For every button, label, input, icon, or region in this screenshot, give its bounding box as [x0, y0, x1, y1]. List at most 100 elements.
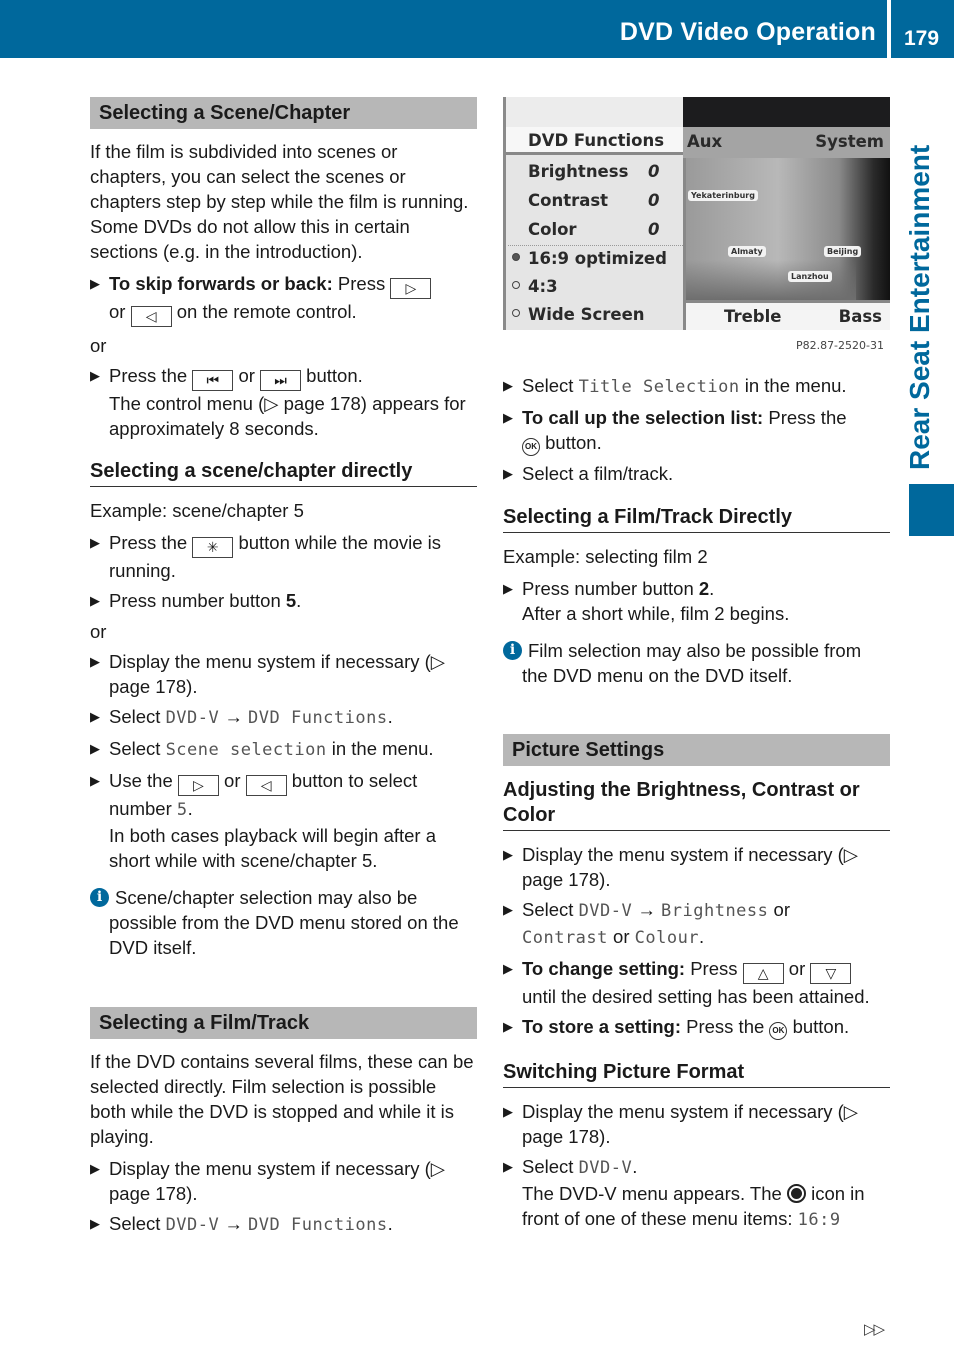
note-text: Scene/chapter selection may also be poss… — [109, 887, 459, 958]
contrast-value: 0 — [648, 191, 660, 210]
up-key-icon: △ — [742, 963, 784, 984]
playback-result: In both cases playback will begin after … — [109, 825, 437, 871]
menu-row-contrast: Contrast — [528, 191, 609, 210]
step-display-menu[interactable]: Display the menu system if necessary (▷ … — [503, 1099, 890, 1149]
menu-item-colour: Colour — [634, 928, 700, 948]
menu-path-dvd-functions: DVD Functions — [248, 1215, 388, 1235]
text: button. — [306, 365, 363, 386]
section-heading-picture-settings: Picture Settings — [503, 734, 890, 766]
menu-item-16-9: 16:9 — [797, 1210, 841, 1230]
text: or — [773, 899, 790, 920]
step-skip-buttons: Press the ⏮ or ⏭ button. The control men… — [90, 363, 477, 441]
text: Select — [109, 738, 161, 759]
skip-label: To skip forwards or back: — [109, 273, 333, 294]
info-note-scene: i Scene/chapter selection may also be po… — [90, 885, 477, 960]
store-label: To store a setting: — [522, 1016, 681, 1037]
text: Press number button — [109, 590, 281, 611]
step-skip: To skip forwards or back: Press ▷ or ◁ o… — [90, 271, 477, 327]
menu-item-title-selection: Title Selection — [578, 377, 740, 397]
section-heading-scene-chapter: Selecting a Scene/Chapter — [90, 97, 477, 129]
header-bar: DVD Video Operation 179 — [0, 0, 954, 58]
menu-path-dvdv: DVD-V — [578, 901, 633, 921]
map-city-label: Almaty — [728, 246, 766, 257]
text: . — [709, 578, 715, 599]
arrow-icon: → — [224, 1213, 243, 1234]
down-key-icon: ▽ — [810, 963, 852, 984]
radio-empty-icon — [512, 281, 520, 289]
step-select-dvd-functions: Select DVD-V → DVD Functions. — [90, 1211, 477, 1238]
info-icon: i — [90, 888, 109, 907]
step-display-menu[interactable]: Display the menu system if necessary (▷ … — [90, 649, 477, 699]
text: or — [109, 301, 126, 322]
text: Select — [522, 899, 574, 920]
tab-bass: Bass — [838, 307, 882, 326]
text: Press — [690, 958, 738, 979]
left-column: Selecting a Scene/Chapter If the film is… — [90, 97, 477, 1243]
text: . — [387, 706, 393, 727]
arrow-icon: → — [224, 706, 243, 727]
text: Use the — [109, 770, 173, 791]
section-heading-film-track: Selecting a Film/Track — [90, 1007, 477, 1039]
menu-panel-top — [506, 97, 683, 127]
step-number: Press number button 2. After a short whi… — [503, 576, 890, 626]
step-select-brightness: Select DVD-V → Brightness or Contrast or… — [503, 897, 890, 951]
step-title-selection: Select Title Selection in the menu. — [503, 373, 890, 400]
text: Press the — [109, 532, 188, 553]
map-city-label: Yekaterinburg — [688, 190, 758, 201]
skip-back-key-icon: ⏮ — [192, 370, 234, 391]
text: in the menu. — [331, 738, 434, 759]
text: Press — [337, 273, 386, 294]
brightness-value: 0 — [648, 162, 660, 181]
step-number: Press number button 5. — [90, 588, 477, 613]
page-number: 179 — [904, 27, 940, 50]
menu-row-color: Color — [528, 220, 577, 239]
side-tab-marker — [909, 484, 954, 536]
step-display-menu[interactable]: Display the menu system if necessary (▷ … — [90, 1156, 477, 1206]
menu-item-contrast: Contrast — [522, 928, 608, 948]
star-key-icon: ✳ — [192, 537, 234, 558]
menu-path-dvdv: DVD-V — [578, 1158, 633, 1178]
info-note-film: i Film selection may also be possible fr… — [503, 638, 890, 688]
text: . — [699, 926, 705, 947]
tab-treble: Treble — [724, 307, 782, 326]
text: . — [387, 1213, 393, 1234]
menu-row-brightness: Brightness — [528, 162, 629, 181]
header-divider — [887, 0, 891, 58]
format-16-9-optimized: 16:9 optimized — [528, 249, 667, 268]
or-separator: or — [90, 335, 107, 356]
text: Select — [522, 1156, 574, 1177]
menu-path-dvdv: DVD-V — [165, 708, 220, 728]
tab-aux: Aux — [687, 132, 723, 151]
skip-forward-key-icon: ⏭ — [260, 370, 302, 391]
text: . — [187, 798, 193, 819]
step-change-setting: To change setting: Press △ or ▽ until th… — [503, 956, 890, 1009]
navigation-map: Yekaterinburg Almaty Beijing Lanzhou — [683, 158, 890, 300]
step-star: Press the ✳ button while the movie is ru… — [90, 530, 477, 583]
step-call-selection-list: To call up the selection list: Press the… — [503, 405, 890, 456]
arrow-icon: → — [637, 899, 656, 920]
film-begins: After a short while, film 2 begins. — [522, 603, 790, 624]
step-select-dvdv: Select DVD-V. The DVD-V menu appears. Th… — [503, 1154, 890, 1233]
number-value: 5 — [176, 800, 188, 820]
text: Select — [522, 375, 574, 396]
control-menu-page-link[interactable]: The control menu (▷ page 178) appears fo… — [109, 393, 466, 439]
screen-top-bar — [683, 97, 890, 127]
right-column: DVD Functions Brightness 0 Contrast 0 Co… — [503, 97, 890, 1238]
ok-button-icon: OK — [769, 1022, 788, 1040]
step-display-menu[interactable]: Display the menu system if necessary (▷ … — [503, 842, 890, 892]
screen-bottom-tabs: Treble Bass — [683, 300, 890, 330]
menu-item-brightness: Brightness — [661, 901, 769, 921]
step-use-buttons: Use the ▷ or ◁ button to select number 5… — [90, 768, 477, 873]
image-code: P82.87-2520-31 — [795, 339, 884, 352]
info-icon: i — [503, 641, 522, 660]
step-scene-selection: Select Scene selection in the menu. — [90, 736, 477, 763]
chapter-title: DVD Video Operation — [619, 18, 876, 46]
ok-button-icon: OK — [522, 438, 540, 456]
text: Press the — [109, 365, 188, 386]
or-separator: or — [90, 621, 107, 642]
text: Select — [109, 1213, 161, 1234]
film-intro: If the DVD contains several films, these… — [90, 1051, 474, 1147]
subheading-film-directly: Selecting a Film/Track Directly — [503, 505, 890, 533]
screen-tabs: Aux System — [683, 127, 890, 158]
scene-intro: If the film is subdivided into scenes or… — [90, 141, 469, 262]
